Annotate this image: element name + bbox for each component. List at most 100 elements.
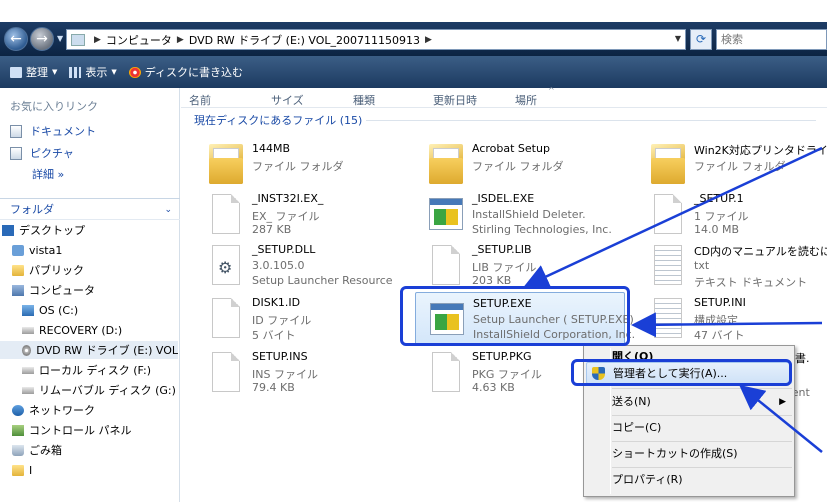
column-header-type[interactable]: 種類 <box>353 92 375 108</box>
column-headers: 名前 サイズ 種類 更新日時 場所 ^ <box>181 86 827 108</box>
desktop-icon <box>2 224 14 236</box>
tree-item-removable-g[interactable]: リムーバブル ディスク (G:) <box>22 381 176 399</box>
favorite-pictures[interactable]: ピクチャ <box>10 145 74 161</box>
tree-item-recycle-bin[interactable]: ごみ箱 <box>12 441 62 459</box>
tree-item-dvd-e[interactable]: DVD RW ドライブ (E:) VOL <box>0 341 178 359</box>
file-name: _SETUP.DLL <box>252 243 316 256</box>
file-detail: 5 バイト <box>252 329 296 342</box>
file-tile-acrobat-setup[interactable]: Acrobat Setup ファイル フォルダ <box>415 138 625 192</box>
tree-item-public[interactable]: パブリック <box>12 261 84 279</box>
file-type: 3.0.105.0 <box>252 259 305 272</box>
menu-item-properties[interactable]: プロパティ(R) <box>612 469 683 491</box>
menu-item-copy[interactable]: コピー(C) <box>612 417 661 439</box>
address-bar-row: ← → ▼ ▶ コンピュータ ▶ DVD RW ドライブ (E:) VOL_20… <box>0 22 827 56</box>
removable-drive-icon <box>22 386 34 394</box>
column-header-location[interactable]: 場所 <box>515 92 537 108</box>
breadcrumb-dvd-drive[interactable]: DVD RW ドライブ (E:) VOL_200711150913 <box>189 32 420 48</box>
views-label: 表示 <box>85 66 108 79</box>
refresh-icon: ⟳ <box>695 32 707 46</box>
annotation-highlight-setup-exe <box>400 286 630 346</box>
file-tile-disk1-id[interactable]: DISK1.ID ID ファイル 5 バイト <box>195 292 405 346</box>
views-button[interactable]: 表示 ▼ <box>69 64 117 80</box>
tree-item-recovery-d[interactable]: RECOVERY (D:) <box>22 321 122 339</box>
back-button[interactable]: ← <box>4 27 28 51</box>
chevron-right-icon[interactable]: ▶ <box>425 35 432 45</box>
file-tile-144mb[interactable]: 144MB ファイル フォルダ <box>195 138 405 192</box>
tree-item-local-f[interactable]: ローカル ディスク (F:) <box>22 361 151 379</box>
command-bar: 整理 ▼ 表示 ▼ ディスクに書き込む <box>0 56 827 88</box>
folder-file-icon <box>429 144 463 184</box>
file-tile-isdel-exe[interactable]: _ISDEL.EXE InstallShield Deleter. Stirling… <box>415 188 625 242</box>
file-tile-win2k[interactable]: Win2K対応プリンタドライバ ファイル フォルダ <box>637 138 827 192</box>
submenu-arrow-icon: ▶ <box>779 397 786 407</box>
refresh-button[interactable]: ⟳ <box>690 29 712 50</box>
file-tile-setup-ini[interactable]: SETUP.INI 構成設定 47 バイト <box>637 292 827 346</box>
tree-label: ネットワーク <box>29 404 95 417</box>
tree-item-computer[interactable]: コンピュータ <box>12 281 95 299</box>
file-name: CD内のマニュアルを読むには <box>694 245 827 258</box>
file-type: ID ファイル <box>252 314 312 327</box>
search-input[interactable]: 検索 <box>716 29 827 50</box>
file-name: Win2K対応プリンタドライバ <box>694 144 827 157</box>
menu-separator <box>612 467 792 468</box>
file-tile-setup-ins[interactable]: SETUP.INS INS ファイル 79.4 KB <box>195 346 405 400</box>
menu-item-create-shortcut[interactable]: ショートカットの作成(S) <box>612 443 738 465</box>
favorite-label: ピクチャ <box>30 147 74 160</box>
folders-label: フォルダ <box>10 203 54 216</box>
favorites-header: お気に入りリンク <box>10 100 98 113</box>
file-type: EX_ ファイル <box>252 210 320 223</box>
computer-icon <box>71 33 85 46</box>
tree-item-folder-i[interactable]: I <box>12 461 32 479</box>
menu-separator <box>612 388 792 389</box>
file-tile-setup-dll[interactable]: _SETUP.DLL 3.0.105.0 Setup Launcher Resour… <box>195 239 405 293</box>
organize-button[interactable]: 整理 ▼ <box>10 64 57 80</box>
history-dropdown-icon[interactable]: ▼ <box>57 34 63 43</box>
column-header-modified[interactable]: 更新日時 <box>433 92 477 108</box>
file-detail: 287 KB <box>252 223 292 236</box>
folders-header[interactable]: フォルダ ⌄ <box>0 198 180 220</box>
tree-label: RECOVERY (D:) <box>39 323 123 337</box>
forward-arrow-icon: → <box>36 31 48 47</box>
file-detail: テキスト ドキュメント <box>694 276 808 289</box>
tree-label: コントロール パネル <box>29 424 132 437</box>
more-link[interactable]: 詳細 » <box>32 166 64 182</box>
annotation-highlight-run-as-admin <box>571 359 792 386</box>
column-header-size[interactable]: サイズ <box>271 92 304 108</box>
tree-item-os-c[interactable]: OS (C:) <box>22 301 78 319</box>
column-header-name[interactable]: 名前 <box>189 92 211 108</box>
chevron-right-icon[interactable]: ▶ <box>94 35 101 45</box>
tree-label: DVD RW ドライブ (E:) VOL <box>36 344 178 357</box>
chevron-down-icon: ⌄ <box>164 205 172 215</box>
tree-label: vista1 <box>29 243 63 257</box>
tree-label: ごみ箱 <box>29 444 62 457</box>
file-name: _SETUP.1 <box>694 192 744 205</box>
file-tile-inst32i-ex[interactable]: _INST32I.EX_ EX_ ファイル 287 KB <box>195 188 405 242</box>
tree-label: リムーバブル ディスク (G:) <box>39 384 176 397</box>
address-field[interactable]: ▶ コンピュータ ▶ DVD RW ドライブ (E:) VOL_20071115… <box>66 29 686 50</box>
burn-button[interactable]: ディスクに書き込む <box>128 64 243 80</box>
os-drive-icon <box>22 304 34 316</box>
menu-item-send-to[interactable]: 送る(N) <box>612 391 651 413</box>
computer-icon <box>12 284 24 296</box>
file-tile-cd[interactable]: CD内のマニュアルを読むにはtxt テキスト ドキュメント <box>637 239 827 293</box>
favorite-documents[interactable]: ドキュメント <box>10 123 96 139</box>
address-dropdown-icon[interactable]: ▼ <box>675 34 681 43</box>
file-detail: 47 バイト <box>694 329 745 342</box>
forward-button[interactable]: → <box>30 27 54 51</box>
doc-file-icon <box>432 245 460 285</box>
tree-item-vista1[interactable]: vista1 <box>12 241 62 259</box>
file-tile-setup-lib[interactable]: _SETUP.LIB LIB ファイル 203 KB <box>415 239 625 293</box>
tree-item-desktop[interactable]: デスクトップ <box>2 221 85 239</box>
chevron-right-icon[interactable]: ▶ <box>177 35 184 45</box>
breadcrumb-computer[interactable]: コンピュータ <box>106 32 172 48</box>
doc-file-icon <box>654 194 682 234</box>
recycle-bin-icon <box>12 444 24 456</box>
file-detail: 14.0 MB <box>694 223 740 236</box>
tree-item-network[interactable]: ネットワーク <box>12 401 95 419</box>
group-divider <box>366 120 816 121</box>
group-header[interactable]: 現在ディスクにあるファイル (15) <box>194 112 362 128</box>
tree-label: I <box>29 463 33 477</box>
file-tile-setup-1[interactable]: _SETUP.1 1 ファイル 14.0 MB <box>637 188 827 242</box>
tree-item-control-panel[interactable]: コントロール パネル <box>12 421 132 439</box>
dvd-drive-icon <box>22 344 32 356</box>
